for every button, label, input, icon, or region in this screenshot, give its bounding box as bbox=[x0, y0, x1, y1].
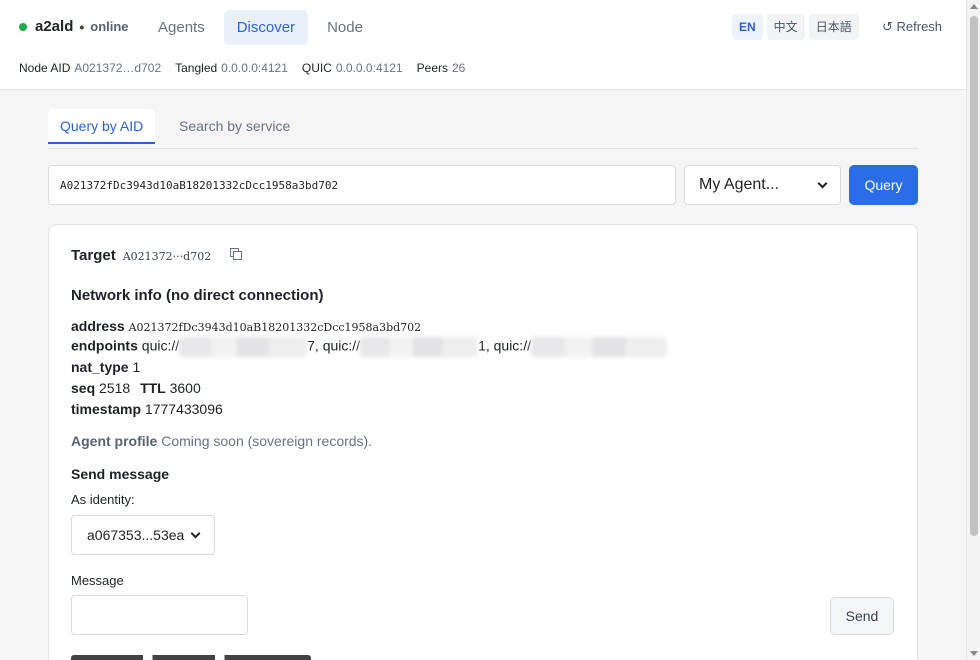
seq-ttl-row: seq 2518 TTL 3600 bbox=[71, 380, 201, 396]
target-label: Target bbox=[71, 247, 116, 264]
node-aid-info: Node AID A021372…d702 bbox=[19, 61, 161, 75]
lang-ja-button[interactable]: 日本語 bbox=[808, 14, 859, 40]
agent-select[interactable]: My Agent... bbox=[684, 165, 841, 205]
identity-select-value: a067353...53ea bbox=[87, 527, 185, 543]
send-message-title: Send message bbox=[71, 466, 170, 482]
clipped-heading bbox=[71, 655, 311, 660]
discover-subtabs: Query by AID Search by service bbox=[48, 109, 918, 149]
redacted-endpoint-2 bbox=[360, 337, 479, 357]
scroll-down-arrow-icon[interactable] bbox=[970, 651, 978, 656]
chevron-down-icon bbox=[190, 528, 201, 538]
page-scrollbar[interactable] bbox=[966, 0, 980, 660]
copy-icon[interactable] bbox=[230, 248, 243, 260]
agent-profile-label: Agent profile bbox=[71, 433, 158, 449]
node-info-bar: Node AID A021372…d702 Tangled 0.0.0.0:4121… bbox=[19, 61, 465, 75]
result-card: Target A021372···d702 Network info (no d… bbox=[48, 224, 918, 660]
aid-query-input[interactable] bbox=[48, 165, 676, 205]
chevron-down-icon bbox=[817, 178, 828, 188]
agent-profile-row: Agent profile Coming soon (sovereign rec… bbox=[71, 433, 372, 449]
lang-en-button[interactable]: EN bbox=[732, 14, 763, 40]
language-switcher: EN 中文 日本語 bbox=[732, 14, 859, 40]
timestamp-row: timestamp 1777433096 bbox=[71, 401, 223, 417]
node-aid-value: A021372…d702 bbox=[74, 61, 162, 75]
lang-zh-button[interactable]: 中文 bbox=[766, 14, 805, 40]
tangled-value: 0.0.0.0:4121 bbox=[221, 61, 288, 75]
refresh-button[interactable]: ↺ Refresh bbox=[882, 19, 942, 35]
online-status-dot bbox=[19, 22, 27, 31]
send-button[interactable]: Send bbox=[830, 597, 894, 635]
nav-tab-discover[interactable]: Discover bbox=[223, 10, 309, 45]
nav-tab-agents[interactable]: Agents bbox=[145, 10, 218, 45]
peers-value: 26 bbox=[452, 61, 466, 75]
endpoints-row: endpoints quic:// 7, quic:// 1, quic:// bbox=[71, 337, 667, 357]
address-value: A021372fDc3943d10aB18201332cDcc1958a3bd7… bbox=[128, 321, 422, 334]
target-aid: A021372···d702 bbox=[122, 250, 212, 263]
tab-query-by-aid[interactable]: Query by AID bbox=[48, 109, 156, 144]
timestamp-value: 1777433096 bbox=[144, 401, 223, 417]
identity-label: As identity: bbox=[71, 492, 135, 507]
endpoint-separator-2: 1, quic:// bbox=[478, 337, 531, 354]
seq-key: seq bbox=[71, 380, 96, 396]
peers-info: Peers 26 bbox=[417, 61, 466, 75]
ttl-key: TTL bbox=[140, 380, 166, 396]
scrollbar-thumb[interactable] bbox=[970, 16, 978, 536]
node-aid-label: Node AID bbox=[19, 61, 71, 75]
timestamp-key: timestamp bbox=[71, 401, 142, 417]
address-key: address bbox=[71, 318, 125, 334]
nav-tab-node[interactable]: Node bbox=[314, 10, 376, 45]
brand-name: a2ald bbox=[35, 18, 74, 35]
identity-select[interactable]: a067353...53ea bbox=[71, 515, 215, 555]
main-nav: Agents Discover Node bbox=[145, 10, 376, 45]
ttl-value: 3600 bbox=[169, 380, 201, 396]
brand-separator: • bbox=[79, 18, 85, 35]
address-row: address A021372fDc3943d10aB18201332cDcc1… bbox=[71, 318, 421, 334]
connection-status: online bbox=[90, 19, 129, 34]
seq-value: 2518 bbox=[99, 380, 131, 396]
peers-label: Peers bbox=[416, 61, 448, 75]
redacted-endpoint-3 bbox=[530, 337, 667, 357]
endpoints-key: endpoints bbox=[71, 337, 138, 354]
redacted-endpoint-1 bbox=[179, 337, 308, 357]
query-button[interactable]: Query bbox=[849, 165, 918, 205]
nat-type-key: nat_type bbox=[71, 359, 129, 375]
endpoint-prefix: quic:// bbox=[141, 337, 180, 354]
tab-search-by-service[interactable]: Search by service bbox=[167, 109, 302, 144]
quic-label: QUIC bbox=[301, 61, 332, 75]
tangled-info: Tangled 0.0.0.0:4121 bbox=[175, 61, 288, 75]
nat-type-value: 1 bbox=[132, 359, 141, 375]
brand: a2ald • online bbox=[19, 18, 129, 35]
agent-select-value: My Agent... bbox=[699, 176, 780, 193]
scroll-up-arrow-icon[interactable] bbox=[970, 4, 978, 9]
message-label: Message bbox=[71, 573, 124, 588]
quic-value: 0.0.0.0:4121 bbox=[335, 61, 403, 75]
top-header: a2ald • online Agents Discover Node EN 中… bbox=[0, 0, 966, 90]
endpoint-separator-1: 7, quic:// bbox=[307, 337, 361, 354]
nat-type-row: nat_type 1 bbox=[71, 359, 140, 375]
target-row: Target A021372···d702 bbox=[71, 247, 243, 264]
message-input[interactable] bbox=[71, 595, 248, 635]
agent-profile-text: Coming soon (sovereign records). bbox=[161, 433, 373, 449]
tangled-label: Tangled bbox=[175, 61, 218, 75]
network-info-title: Network info (no direct connection) bbox=[71, 287, 324, 304]
quic-info: QUIC 0.0.0.0:4121 bbox=[302, 61, 403, 75]
